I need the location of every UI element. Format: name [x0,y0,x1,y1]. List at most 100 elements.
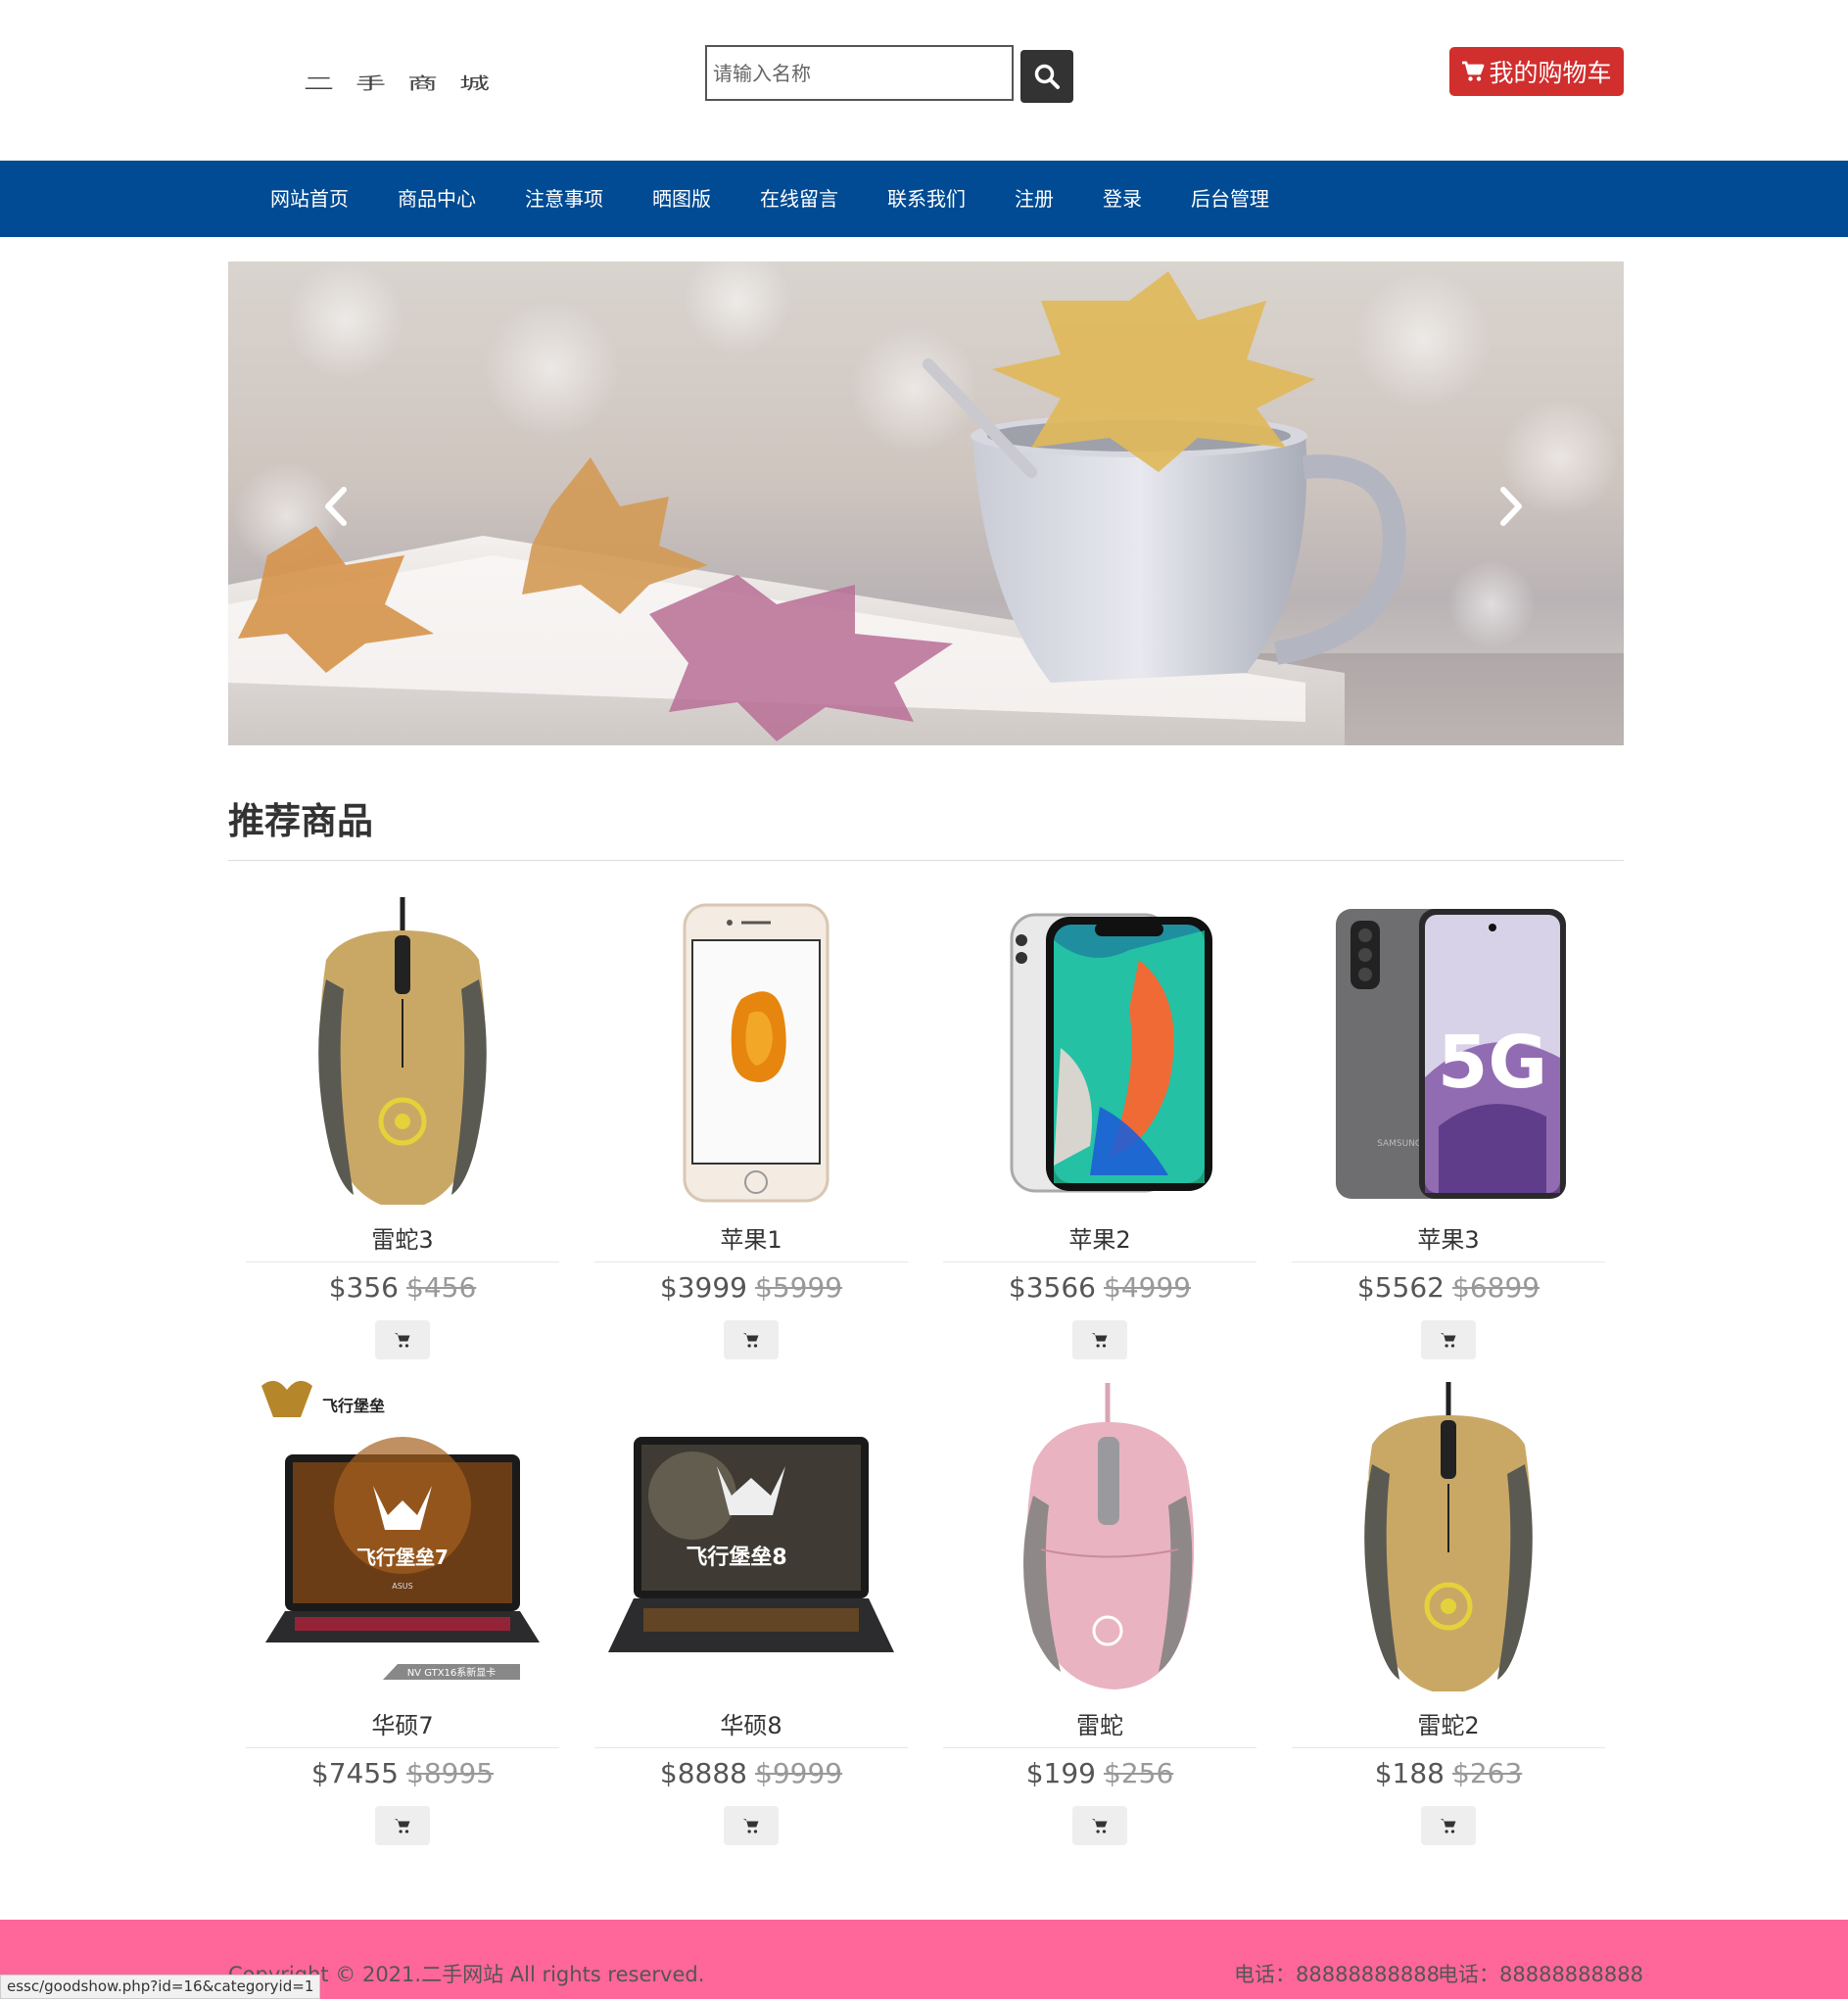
add-to-cart-button[interactable] [1072,1806,1127,1845]
nav-item-contact[interactable]: 联系我们 [887,161,966,237]
site-logo[interactable]: 二手商城 [304,70,511,93]
cart-icon [1440,1819,1456,1833]
product-name[interactable]: 苹果3 [1292,1220,1605,1255]
cart-icon [1440,1333,1456,1348]
tuf7-gpu-text: NV GTX16系新显卡 [407,1666,497,1679]
tuf7-title-text: 飞行堡垒7 [356,1546,449,1569]
product-image[interactable] [1292,1368,1605,1691]
nav-item-products[interactable]: 商品中心 [398,161,476,237]
my-cart-button[interactable]: 我的购物车 [1449,47,1624,96]
cart-icon [742,1333,759,1348]
price-current: $8888 [659,1757,747,1789]
add-to-cart-button[interactable] [724,1320,779,1359]
product-price: $199 $256 [943,1757,1256,1789]
price-old: $456 [406,1271,477,1304]
cart-icon [1462,61,1485,81]
cart-icon [1091,1819,1108,1833]
chevron-left-icon [325,487,347,526]
phone-text: 电话：88888888888 [1438,1963,1643,1986]
product-name[interactable]: 雷蛇2 [1292,1706,1605,1740]
main-nav: 网站首页 商品中心 注意事项 晒图版 在线留言 联系我们 注册 登录 后台管理 [0,161,1848,237]
cart-icon [1091,1333,1108,1348]
nav-item-home[interactable]: 网站首页 [270,161,349,237]
nav-item-register[interactable]: 注册 [1015,161,1054,237]
search-button[interactable] [1020,50,1073,103]
product-divider [246,1747,559,1748]
nav-item-messages[interactable]: 在线留言 [760,161,838,237]
product-divider [1292,1747,1605,1748]
product-name[interactable]: 华硕8 [594,1706,908,1740]
cart-icon [394,1819,410,1833]
product-price: $3999 $5999 [594,1271,908,1304]
add-to-cart-button[interactable] [1421,1806,1476,1845]
product-name[interactable]: 华硕7 [246,1706,559,1740]
section-divider [228,860,1624,861]
add-to-cart-button[interactable] [1421,1320,1476,1359]
carousel-next-button[interactable] [1492,482,1531,531]
search-icon [1034,64,1060,89]
chevron-right-icon [1500,487,1522,526]
product-name[interactable]: 苹果1 [594,1220,908,1255]
add-to-cart-button[interactable] [375,1320,430,1359]
price-current: $5562 [1356,1271,1445,1304]
price-old: $9999 [755,1757,843,1789]
add-to-cart-button[interactable] [724,1806,779,1845]
site-header: 二手商城 我的购物车 [0,0,1848,161]
product-name[interactable]: 雷蛇 [943,1706,1256,1740]
add-to-cart-button[interactable] [375,1806,430,1845]
price-old: $5999 [755,1271,843,1304]
product-divider [943,1261,1256,1262]
product-divider [594,1261,908,1262]
tuf7-logo-text: ASUS [392,1582,412,1591]
price-old: $256 [1104,1757,1174,1789]
product-divider [246,1261,559,1262]
product-price: $356 $456 [246,1271,559,1304]
product-image[interactable] [943,1368,1256,1691]
carousel-slide-image [228,262,1624,745]
page: 二手商城 我的购物车 网站首页 商品中心 注意事项 晒图版 在线留言 联系我们 … [0,0,1848,1999]
my-cart-label: 我的购物车 [1489,59,1612,87]
search-input[interactable] [705,45,1014,101]
hero-carousel[interactable] [228,262,1624,745]
carousel-prev-button[interactable] [316,482,355,531]
samsung-brand-text: SAMSUNG [1377,1139,1422,1149]
product-name[interactable]: 苹果2 [943,1220,1256,1255]
tuf8-title-text: 飞行堡垒8 [686,1545,786,1570]
product-image[interactable] [943,881,1256,1205]
product-image[interactable] [246,881,559,1205]
price-current: $3999 [659,1271,747,1304]
product-price: $8888 $9999 [594,1757,908,1789]
price-current: $3566 [1008,1271,1096,1304]
nav-item-login[interactable]: 登录 [1103,161,1142,237]
product-price: $5562 $6899 [1292,1271,1605,1304]
nav-item-notice[interactable]: 注意事项 [525,161,603,237]
price-old: $6899 [1452,1271,1540,1304]
price-current: $356 [328,1271,399,1304]
product-price: $3566 $4999 [943,1271,1256,1304]
product-divider [594,1747,908,1748]
phone-text: 电话：88888888888 [1234,1963,1440,1986]
price-old: $263 [1452,1757,1523,1789]
product-name[interactable]: 雷蛇3 [246,1220,559,1255]
price-old: $8995 [406,1757,495,1789]
price-old: $4999 [1104,1271,1192,1304]
nav-item-admin[interactable]: 后台管理 [1191,161,1269,237]
cart-icon [742,1819,759,1833]
samsung-5g-text: 5G [1438,1021,1547,1105]
add-to-cart-button[interactable] [1072,1320,1127,1359]
price-current: $199 [1025,1757,1096,1789]
status-bar-url: essc/goodshow.php?id=16&categoryid=1 [0,1975,321,1999]
nav-item-gallery[interactable]: 晒图版 [652,161,711,237]
product-divider [943,1747,1256,1748]
product-price: $188 $263 [1292,1757,1605,1789]
product-image[interactable]: SAMSUNG 5G [1292,881,1605,1205]
product-image[interactable]: 飞行堡垒8 [594,1368,908,1691]
product-image[interactable] [594,881,908,1205]
product-price: $7455 $8995 [246,1757,559,1789]
tuf7-brand-text: 飞行堡垒 [322,1397,385,1415]
price-current: $7455 [310,1757,399,1789]
section-title: 推荐商品 [228,800,373,842]
cart-icon [394,1333,410,1348]
product-image[interactable]: 飞行堡垒 飞行堡垒7 ASUS NV GTX16系新显卡 [246,1368,559,1691]
price-current: $188 [1374,1757,1445,1789]
